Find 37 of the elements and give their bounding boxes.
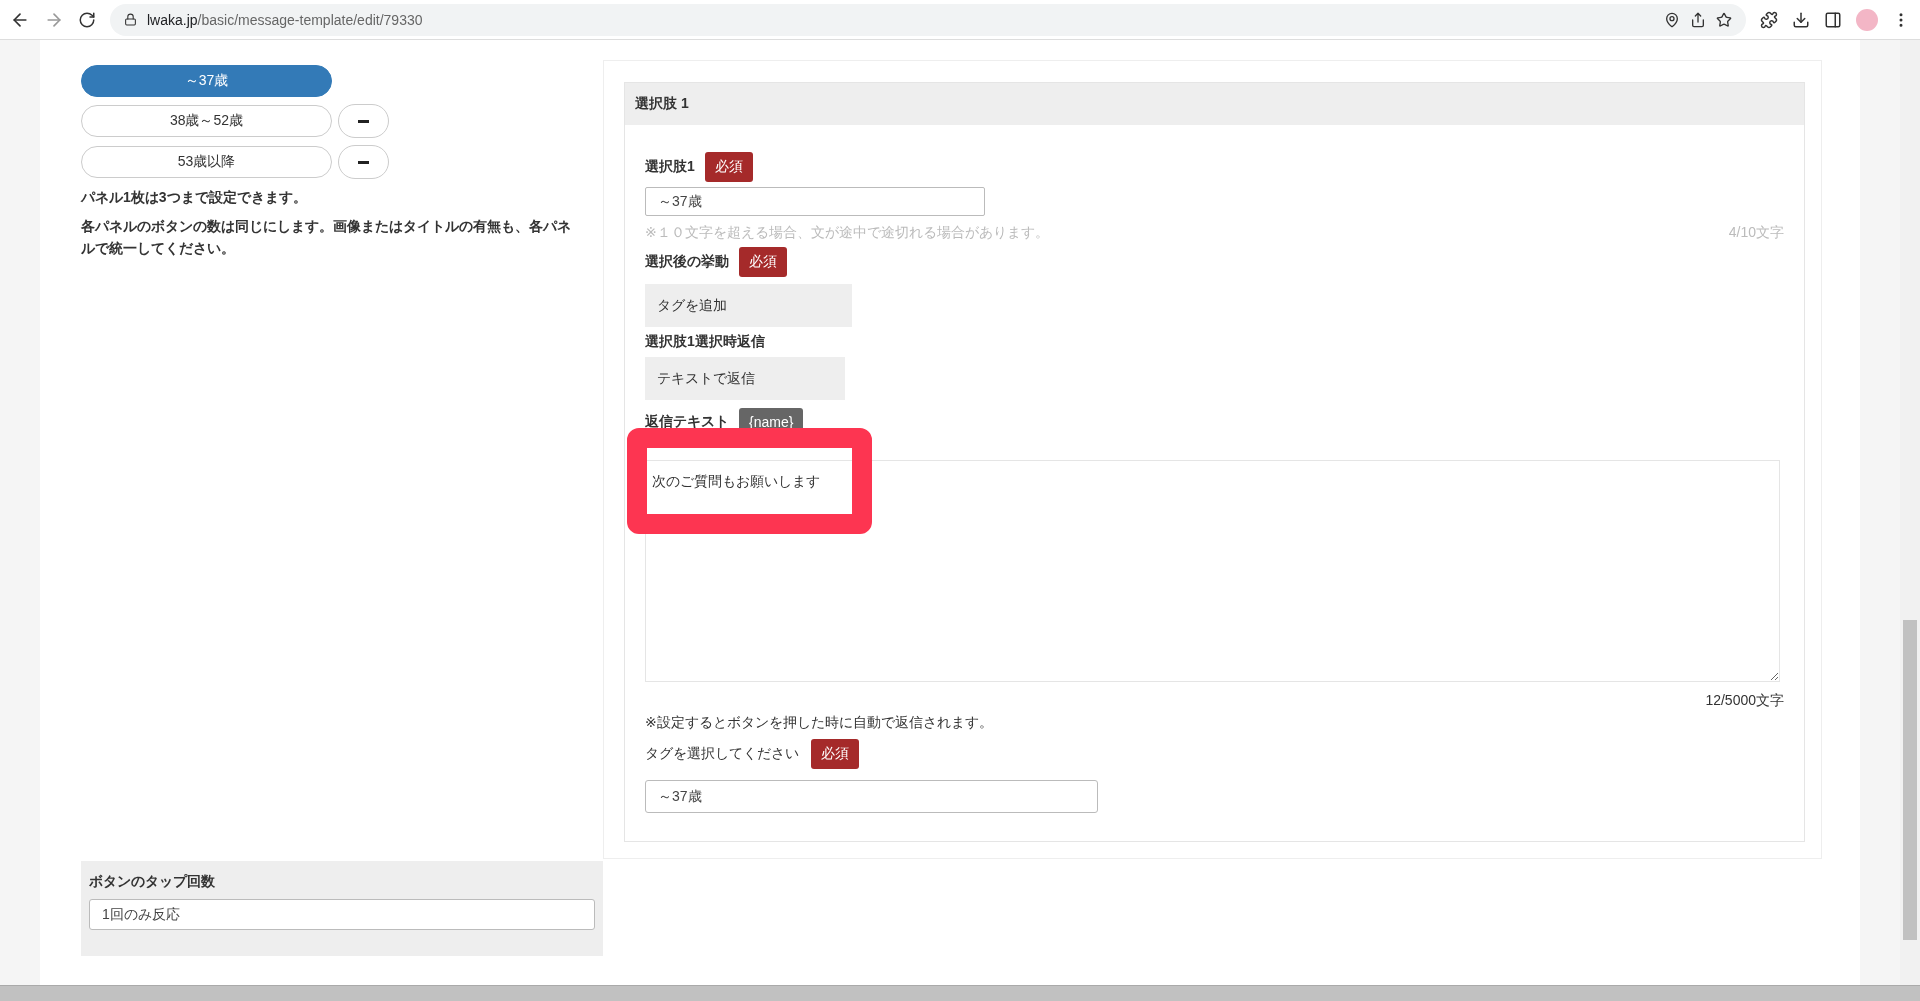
panel-header: 選択肢 1	[625, 83, 1804, 125]
char-counter: 4/10文字	[1728, 224, 1784, 242]
choice-button[interactable]: 38歳～52歳	[81, 105, 332, 137]
note-text: パネル1枚は3つまで設定できます。	[81, 188, 308, 207]
required-badge: 必須	[704, 152, 753, 182]
choice-button[interactable]: 53歳以降	[81, 146, 332, 178]
reply-text-field[interactable]: 次のご質問もお願いします	[645, 460, 1780, 682]
required-badge: 必須	[739, 247, 787, 277]
side-panel-icon[interactable]	[1824, 10, 1842, 29]
field-label: ボタンのタップ回数	[89, 873, 216, 891]
note-text: 各パネルのボタンの数は同じにします。画像またはタイトルの有無も、各パネルで統一してください。	[81, 217, 572, 258]
field-label: 返信テキスト	[645, 413, 729, 431]
choice-button[interactable]: ～37歳	[81, 65, 332, 97]
location-pin-icon[interactable]	[1664, 11, 1680, 28]
required-badge: 必須	[811, 739, 859, 769]
note-text: ※設定するとボタンを押した時に自動で返信されます。	[645, 714, 994, 732]
tag-select[interactable]: ～37歳	[645, 780, 1098, 813]
lock-icon	[124, 13, 137, 26]
url-text: lwaka.jp/basic/message-template/edit/79330	[147, 11, 423, 28]
star-icon[interactable]	[1716, 11, 1732, 28]
hint-text: ※１０文字を超える場合、文が途中で途切れる場合があります。	[645, 224, 1049, 242]
action-value: タグを追加	[645, 284, 852, 327]
reply-mode-value: テキストで返信	[645, 357, 845, 400]
puzzle-icon[interactable]	[1760, 10, 1778, 29]
minus-icon	[358, 119, 369, 123]
tap-count-select[interactable]: 1回のみ反応	[89, 899, 595, 930]
address-bar[interactable]: lwaka.jp/basic/message-template/edit/79330	[110, 3, 1746, 36]
share-icon[interactable]	[1690, 11, 1706, 28]
field-label: タグを選択してください	[645, 745, 799, 763]
minus-icon	[358, 160, 369, 164]
field-label: 選択肢1	[645, 158, 695, 176]
field-label: 選択肢1選択時返信	[645, 333, 766, 351]
char-counter: 12/5000文字	[1704, 692, 1784, 710]
download-icon[interactable]	[1792, 10, 1810, 29]
field-label: 選択後の挙動	[645, 253, 729, 271]
reload-icon[interactable]	[78, 10, 96, 29]
choice-input[interactable]: ～37歳	[645, 187, 985, 216]
